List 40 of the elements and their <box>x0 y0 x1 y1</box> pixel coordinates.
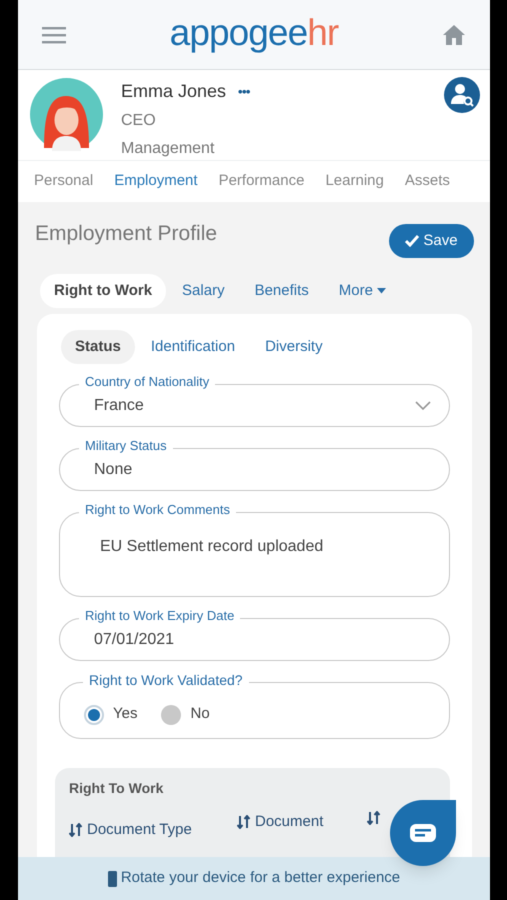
section-tab[interactable]: Salary <box>168 274 239 308</box>
chevron-down-icon <box>415 401 431 410</box>
department-label: Management <box>121 139 216 159</box>
job-title: CEO <box>121 111 157 131</box>
table-title: Right To Work <box>69 779 164 798</box>
field-label: Country of Nationality <box>79 375 216 388</box>
field-label: Military Status <box>79 439 173 452</box>
field-label: Right to Work Validated? <box>83 673 249 687</box>
section-title: Employment Profile <box>35 221 218 248</box>
save-button[interactable]: Save <box>389 224 474 258</box>
profile-tab[interactable]: Learning <box>325 170 384 193</box>
radio-option[interactable]: No <box>161 703 210 726</box>
section-tab[interactable]: Benefits <box>240 274 323 308</box>
radio-option[interactable]: Yes <box>84 703 138 726</box>
check-icon <box>405 235 420 247</box>
sort-icon <box>367 811 381 825</box>
profile-tab[interactable]: Personal <box>34 170 94 193</box>
banner-text: Rotate your device for a better experience <box>120 868 400 888</box>
user-search-icon[interactable] <box>444 77 480 113</box>
profile-tab[interactable]: Performance <box>218 170 304 193</box>
section-tab[interactable]: Right to Work <box>40 274 166 308</box>
profile-tab[interactable]: Employment <box>114 170 198 193</box>
profile-tab[interactable]: Assets <box>404 170 450 193</box>
form-tab[interactable]: Status <box>61 330 135 364</box>
chat-icon <box>409 823 437 843</box>
column-header[interactable]: Document <box>255 811 324 834</box>
menu-icon[interactable] <box>42 26 66 44</box>
field-label: Right to Work Comments <box>79 503 236 516</box>
sort-icon <box>69 823 83 838</box>
field-label: Right to Work Expiry Date <box>79 609 240 622</box>
employee-name: Emma Jones <box>121 80 226 103</box>
column-header[interactable]: Document Type <box>87 819 192 842</box>
form-tab[interactable]: Identification <box>136 330 250 364</box>
home-icon[interactable] <box>442 24 466 46</box>
more-button[interactable]: ••• <box>238 82 250 102</box>
section-tab[interactable]: More <box>324 274 400 308</box>
form-tab[interactable]: Diversity <box>251 330 337 364</box>
phone-icon <box>108 870 117 886</box>
sort-icon <box>237 815 251 830</box>
app-logo: appogeehr <box>170 14 338 55</box>
